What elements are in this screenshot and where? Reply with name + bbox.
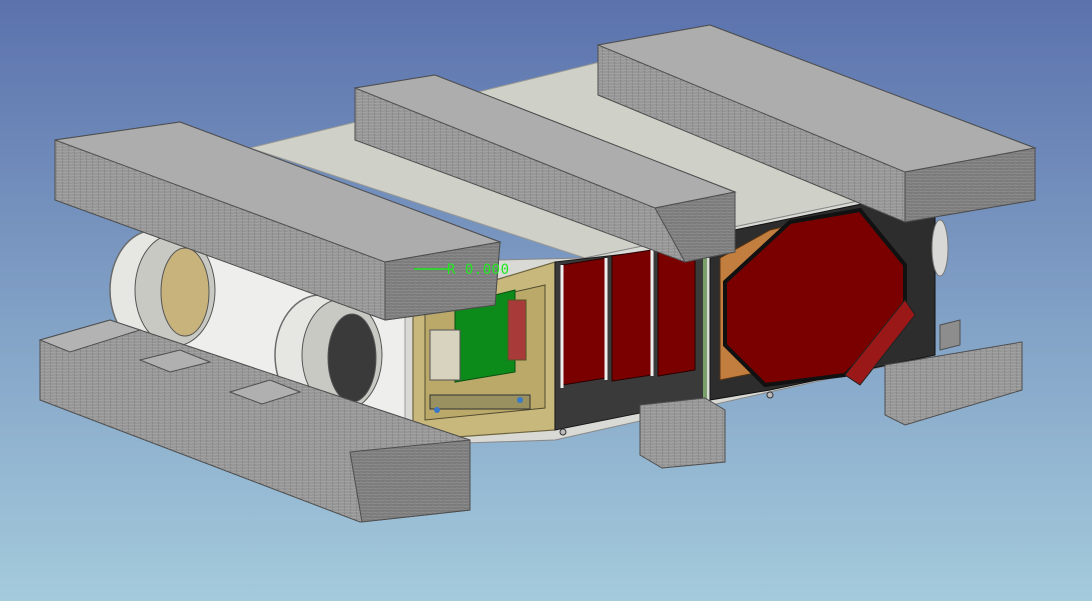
filter-cartridge-3[interactable] [657, 245, 696, 377]
cad-viewport[interactable]: R 0.000 [0, 0, 1092, 601]
screw-icon [517, 397, 523, 403]
filter-cartridge-2[interactable] [611, 249, 653, 382]
filter-cartridge-1[interactable] [561, 257, 607, 386]
screw-icon [434, 407, 440, 413]
cad-model-view[interactable]: R 0.000 [0, 0, 1092, 601]
screw-icon [766, 391, 774, 399]
screw-icon [559, 428, 567, 436]
radius-label: R 0.000 [447, 262, 510, 278]
pcb-module [429, 329, 461, 381]
pcb-connector [507, 299, 527, 361]
duct-collar-rear[interactable] [931, 219, 949, 277]
pcb-mount-rail [429, 394, 531, 410]
